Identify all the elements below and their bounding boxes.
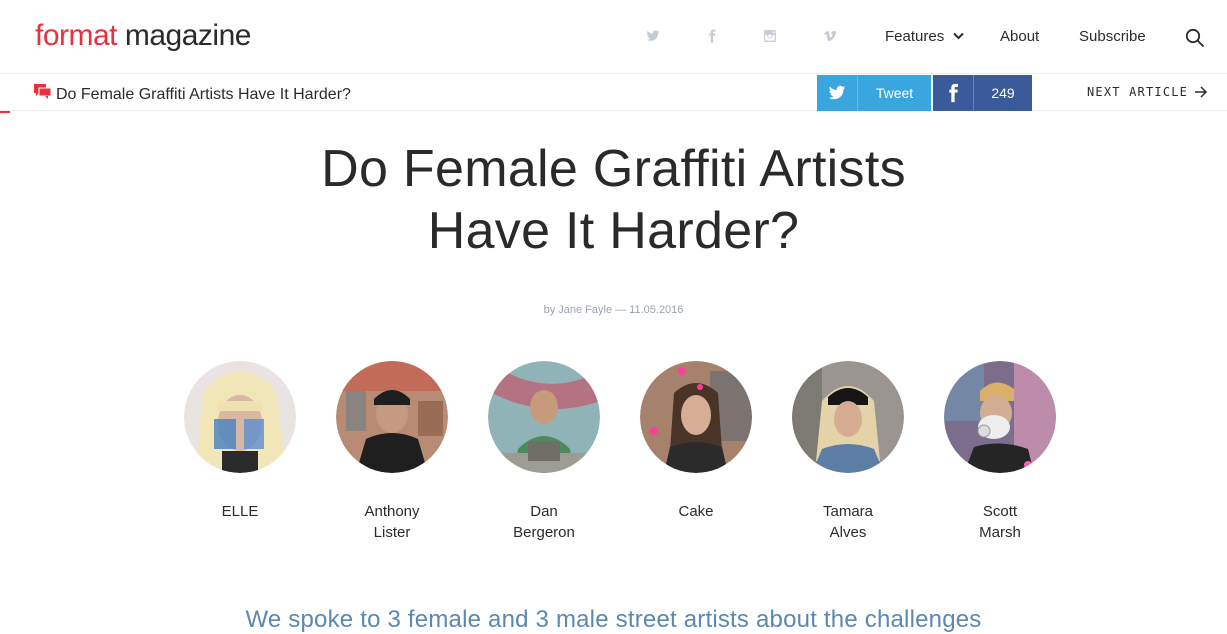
twitter-icon[interactable] <box>643 24 663 48</box>
artist-name-line-1: Scott <box>982 503 1018 520</box>
headline-line-2: Have It Harder? <box>427 202 800 260</box>
artist-item[interactable]: Scott Marsh <box>944 361 1056 543</box>
article-bar-title: Do Female Graffiti Artists Have It Harde… <box>56 86 351 103</box>
avatar <box>792 361 904 473</box>
next-article-label: NEXT ARTICLE <box>1087 85 1189 99</box>
artist-name-line-1: Cake <box>678 503 714 520</box>
article-dek: We spoke to 3 female and 3 male street a… <box>245 606 982 633</box>
avatar <box>488 361 600 473</box>
nav-features-label: Features <box>885 28 945 45</box>
nav-features[interactable]: Features <box>885 27 965 47</box>
artist-name-line-1: Tamara <box>822 503 874 520</box>
artist-name-line-2: Marsh <box>979 524 1021 541</box>
artist-name-line-1: ELLE <box>221 503 259 520</box>
vimeo-icon[interactable] <box>820 24 840 48</box>
artist-name: Anthony Lister <box>312 501 472 543</box>
site-logo[interactable]: format magazine <box>35 18 251 54</box>
article-headline: Do Female Graffiti Artists Have It Harde… <box>0 138 1227 262</box>
facebook-share-count: 249 <box>991 85 1015 101</box>
artist-item[interactable]: Cake <box>640 361 752 522</box>
artist-name-line-2: Lister <box>373 524 411 541</box>
avatar <box>640 361 752 473</box>
logo-word: magazine <box>117 19 252 52</box>
artist-name: Dan Bergeron <box>464 501 624 543</box>
avatar <box>184 361 296 473</box>
nav-about[interactable]: About <box>1000 27 1039 47</box>
artist-name: Scott Marsh <box>920 501 1080 543</box>
twitter-icon <box>817 75 857 111</box>
artist-name-line-1: Dan <box>530 503 558 520</box>
facebook-icon[interactable] <box>702 24 722 48</box>
nav-subscribe[interactable]: Subscribe <box>1079 27 1146 47</box>
artist-item[interactable]: Dan Bergeron <box>488 361 600 543</box>
tweet-label: Tweet <box>875 85 914 101</box>
facebook-icon <box>933 75 973 111</box>
reading-progress-bar <box>0 111 10 113</box>
artist-item[interactable]: Anthony Lister <box>336 361 448 543</box>
artist-name-line-2: Bergeron <box>513 524 575 541</box>
artist-name-line-2: Alves <box>829 524 867 541</box>
article-share-bar: Do Female Graffiti Artists Have It Harde… <box>0 74 1227 113</box>
tweet-button[interactable]: Tweet <box>817 75 931 111</box>
arrow-right-icon <box>1195 86 1208 98</box>
artist-name: Tamara Alves <box>768 501 928 543</box>
artist-name-line-1: Anthony <box>364 503 420 520</box>
instagram-icon[interactable] <box>760 24 780 48</box>
logo-brand: format <box>35 19 118 52</box>
comments-icon[interactable] <box>34 84 52 100</box>
search-icon[interactable] <box>1185 28 1205 48</box>
avatar <box>336 361 448 473</box>
chevron-down-icon <box>953 32 965 40</box>
artist-item[interactable]: Tamara Alves <box>792 361 904 543</box>
artist-item[interactable]: ELLE <box>184 361 296 522</box>
next-article-link[interactable]: NEXT ARTICLE <box>1087 84 1208 100</box>
article-byline: by Jane Fayle — 11.05.2016 <box>543 304 684 316</box>
artist-name: Cake <box>616 501 776 522</box>
site-header: format magazine Features About Subscribe <box>0 0 1227 74</box>
facebook-share-button[interactable]: 249 <box>933 75 1032 111</box>
artist-name: ELLE <box>160 501 320 522</box>
headline-line-1: Do Female Graffiti Artists <box>321 140 906 198</box>
avatar <box>944 361 1056 473</box>
